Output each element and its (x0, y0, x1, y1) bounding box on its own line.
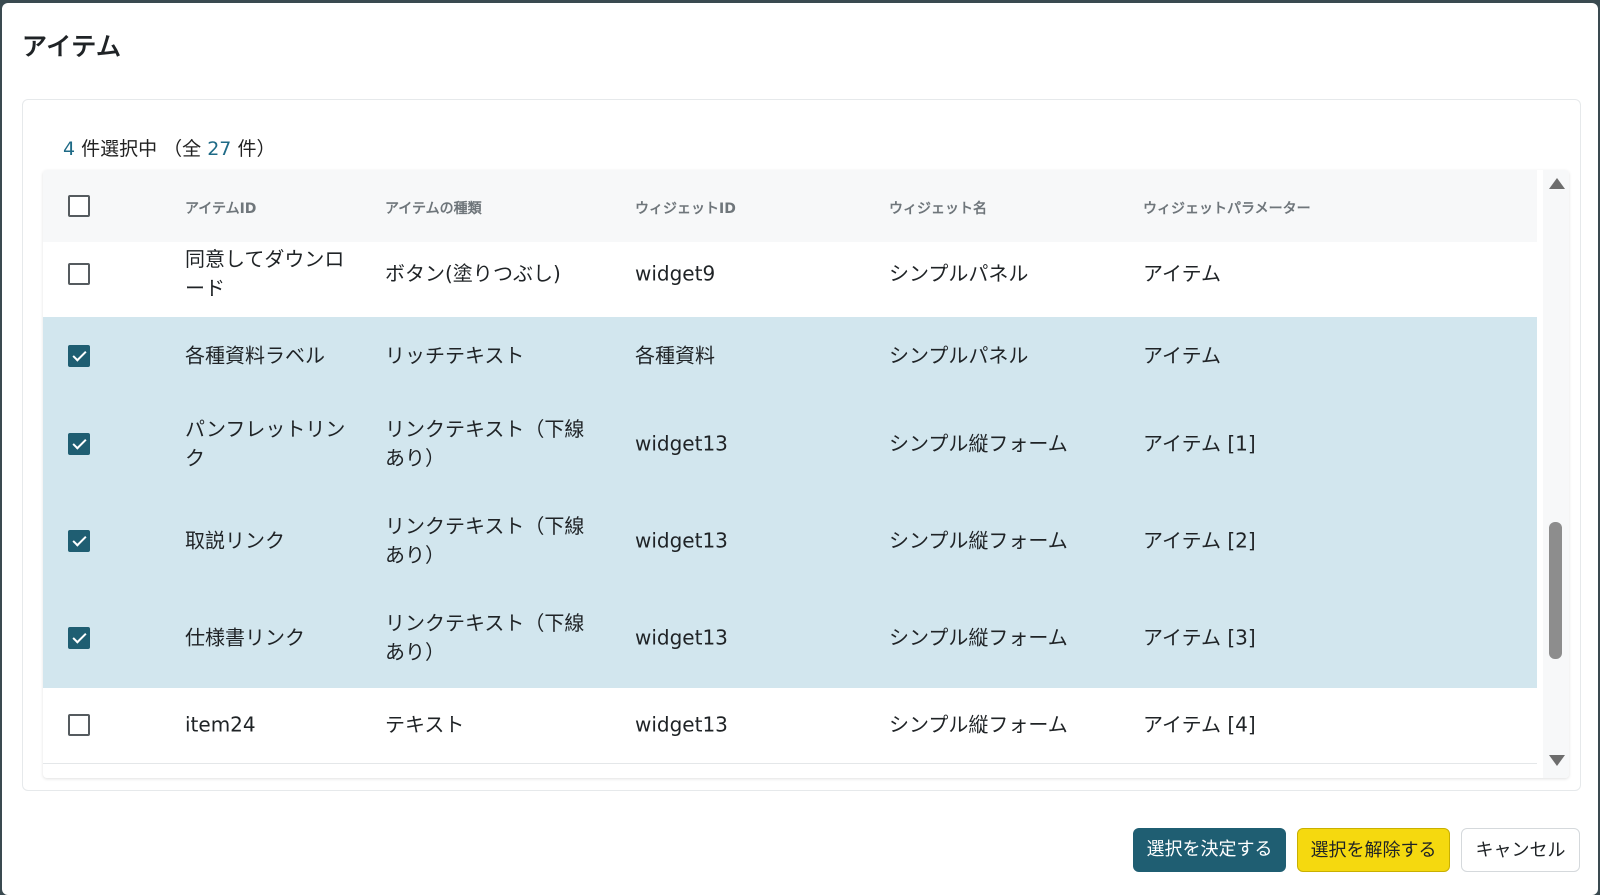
table-row[interactable]: 仕様書リンク リンクテキスト（下線 あり） widget13 シンプル縦フォーム アイテ… (43, 589, 1537, 688)
header-item-id[interactable]: アイテムID (185, 198, 256, 218)
scroll-up-arrow-icon[interactable] (1549, 178, 1565, 189)
cell-widget-id: widget13 (635, 712, 728, 737)
cancel-button[interactable]: キャンセル (1461, 828, 1580, 872)
table-row[interactable]: パンフレットリン クリンクテキスト（下線 あり） widget13 シンプル縦フォー… (43, 395, 1537, 493)
row-checkbox[interactable] (68, 714, 90, 736)
cell-widget-param: アイテム [3] (1143, 625, 1256, 650)
cell-widget-name: シンプルパネル (889, 261, 1029, 285)
row-checkbox[interactable] (68, 345, 90, 367)
cell-item-id: 同意してダウンロ ード (185, 246, 345, 300)
scroll-down-arrow-icon[interactable] (1549, 755, 1565, 766)
cell-widget-id: widget13 (635, 625, 728, 650)
selected-suffix: 件選択中 （全 (75, 138, 208, 160)
items-panel: 4 件選択中 （全 27 件） アイテムID アイテムの種類 ウィジェットID … (22, 99, 1581, 791)
cell-item-id: 各種資料ラベル (185, 343, 325, 368)
items-table: アイテムID アイテムの種類 ウィジェットID ウィジェット名 ウィジェットパラ… (43, 170, 1569, 778)
header-widget-param[interactable]: ウィジェットパラメーター (1143, 198, 1311, 218)
item-select-dialog: アイテム 4 件選択中 （全 27 件） アイテムID アイテムの種類 ウィジェ… (2, 3, 1598, 895)
cell-item-type: リンクテキスト（下線 あり） (385, 513, 585, 567)
cell-widget-id: widget13 (635, 431, 728, 455)
header-widget-name[interactable]: ウィジェット名 (889, 198, 987, 218)
cell-widget-param: アイテム [4] (1143, 712, 1256, 737)
header-item-type[interactable]: アイテムの種類 (385, 198, 482, 218)
cell-item-id: 取説リンク (185, 528, 285, 552)
cell-widget-name: シンプルパネル (889, 343, 1029, 368)
table-header: アイテムID アイテムの種類 ウィジェットID ウィジェット名 ウィジェットパラ… (43, 170, 1537, 242)
table-body: 同意してダウンロ ード ボタン(塗りつぶし) widget9 シンプルパネル アイテム各… (43, 242, 1537, 778)
selection-count: 4 件選択中 （全 27 件） (63, 134, 275, 161)
cell-item-type: テキスト (385, 712, 465, 737)
cell-widget-param: アイテム [1] (1143, 431, 1256, 455)
total-suffix: 件） (231, 138, 276, 160)
scroll-thumb[interactable] (1549, 522, 1562, 659)
cell-item-type: リンクテキスト（下線 あり） (385, 416, 585, 470)
total-count: 27 (207, 138, 232, 160)
cell-item-type: ボタン(塗りつぶし) (385, 261, 561, 285)
dialog-title: アイテム (22, 32, 122, 61)
cell-widget-name: シンプル縦フォーム (889, 625, 1068, 650)
row-checkbox[interactable] (68, 529, 90, 552)
cell-widget-id: widget9 (635, 261, 716, 285)
cell-widget-param: アイテム [2] (1143, 528, 1256, 552)
cell-item-id: item24 (185, 712, 256, 737)
cell-widget-id: widget13 (635, 528, 728, 552)
cell-item-type: リッチテキスト (385, 343, 525, 368)
clear-selection-button[interactable]: 選択を解除する (1297, 828, 1450, 872)
cell-widget-id: 各種資料 (635, 343, 715, 368)
cell-widget-name: シンプル縦フォーム (889, 431, 1068, 455)
table-scrollbar[interactable] (1543, 170, 1569, 778)
row-checkbox[interactable] (68, 432, 90, 455)
cell-item-id: パンフレットリン ク (185, 416, 346, 470)
table-row[interactable]: 同意してダウンロ ード ボタン(塗りつぶし) widget9 シンプルパネル アイテム (43, 242, 1537, 318)
table-row[interactable]: item24 テキスト widget13 シンプル縦フォーム アイテム [4] (43, 687, 1537, 764)
table-row[interactable]: 各種資料ラベル リッチテキスト 各種資料 シンプルパネル アイテム (43, 317, 1537, 396)
cell-item-id: 仕様書リンク (185, 625, 305, 650)
confirm-selection-button[interactable]: 選択を決定する (1133, 828, 1286, 872)
cell-item-type: リンクテキスト（下線 あり） (385, 611, 585, 664)
header-widget-id[interactable]: ウィジェットID (635, 198, 736, 218)
selected-count: 4 (63, 138, 76, 160)
table-row[interactable]: 取説リンク リンクテキスト（下線 あり） widget13 シンプル縦フォーム アイテム… (43, 492, 1537, 590)
cell-widget-param: アイテム (1143, 261, 1221, 285)
row-checkbox[interactable] (68, 262, 90, 285)
cell-widget-name: シンプル縦フォーム (889, 528, 1068, 552)
select-all-checkbox[interactable] (68, 195, 90, 217)
cell-widget-param: アイテム (1143, 343, 1221, 368)
row-checkbox[interactable] (68, 627, 90, 649)
cell-widget-name: シンプル縦フォーム (889, 712, 1068, 737)
